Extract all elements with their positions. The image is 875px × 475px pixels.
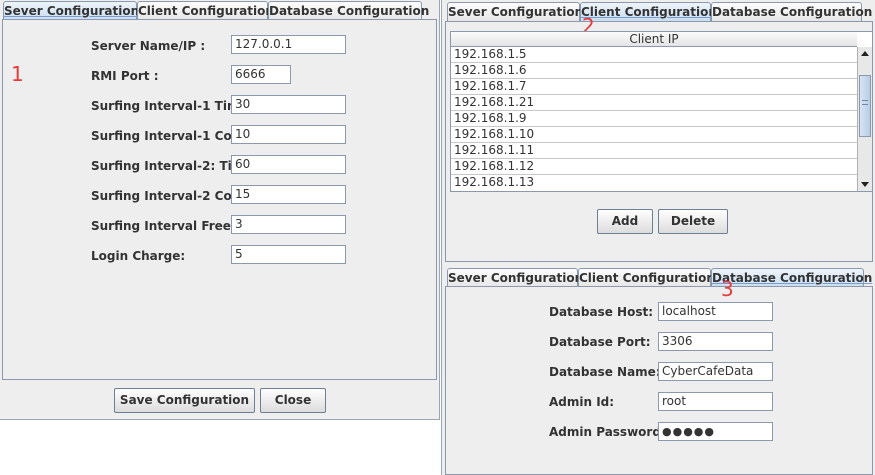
admin-password-field[interactable]: ●●●●● (658, 422, 773, 441)
table-row[interactable]: 192.168.1.21 (451, 95, 857, 111)
table-row[interactable]: 192.168.1.12 (451, 159, 857, 175)
tab-client-configuration[interactable]: Client Configuration (137, 1, 274, 20)
server-config-window: Sever Configuration Client Configuration… (0, 0, 440, 420)
login-charge-field[interactable]: 5 (231, 245, 346, 264)
table-row[interactable]: 192.168.1.11 (451, 143, 857, 159)
panel-marker-1: 1 (11, 62, 24, 86)
tab-database-configuration[interactable]: Database Configuration (711, 2, 872, 21)
client-ip-table[interactable]: Client IP 192.168.1.5 192.168.1.6 192.16… (450, 31, 873, 192)
surfing-interval-1-cost-label: Surfing Interval-1 Cost: (91, 129, 250, 143)
server-config-content: 1 Server Name/IP : 127.0.0.1 RMI Port : … (2, 19, 437, 380)
tab-sever-configuration[interactable]: Sever Configuration (447, 2, 583, 21)
tab-client-configuration[interactable]: Client Configuration (580, 2, 717, 21)
client-ip-rows: 192.168.1.5 192.168.1.6 192.168.1.7 192.… (451, 47, 857, 191)
table-row[interactable]: 192.168.1.13 (451, 175, 857, 191)
rmi-port-field[interactable]: 6666 (231, 65, 291, 84)
server-name-label: Server Name/IP : (91, 39, 206, 53)
database-config-window: Sever Configuration Client Configuration… (441, 262, 875, 475)
surfing-interval-2-time-label: Surfing Interval-2: Time (91, 159, 253, 173)
database-name-field[interactable]: CyberCafeData (658, 362, 773, 381)
tab-sever-configuration[interactable]: Sever Configuration (447, 268, 583, 287)
client-config-window: Sever Configuration Client Configuration… (441, 0, 875, 262)
close-button[interactable]: Close (260, 388, 326, 413)
delete-button[interactable]: Delete (658, 209, 728, 234)
database-config-content: 3 Database Host: localhost Database Port… (445, 277, 873, 475)
scroll-up-icon[interactable] (861, 51, 869, 56)
scroll-thumb[interactable] (859, 75, 871, 137)
surfing-interval-1-time-field[interactable]: 30 (231, 95, 346, 114)
database-host-field[interactable]: localhost (658, 302, 773, 321)
tab-client-configuration[interactable]: Client Configuration (578, 268, 715, 287)
surfing-interval-2-time-field[interactable]: 60 (231, 155, 346, 174)
table-row[interactable]: 192.168.1.6 (451, 63, 857, 79)
tab-database-configuration[interactable]: Database Configuration (711, 268, 872, 287)
surfing-interval-1-cost-field[interactable]: 10 (231, 125, 346, 144)
admin-id-field[interactable]: root (658, 392, 773, 411)
table-row[interactable]: 192.168.1.10 (451, 127, 857, 143)
scroll-down-icon[interactable] (861, 182, 869, 187)
rmi-port-label: RMI Port : (91, 69, 159, 83)
client-ip-column-header[interactable]: Client IP (451, 32, 857, 47)
login-charge-label: Login Charge: (91, 249, 186, 263)
table-row[interactable]: 192.168.1.5 (451, 47, 857, 63)
client-config-content: 2 Client IP 192.168.1.5 192.168.1.6 192.… (445, 14, 873, 262)
table-row[interactable]: 192.168.1.9 (451, 111, 857, 127)
surfing-interval-free-field[interactable]: 3 (231, 215, 346, 234)
admin-password-label: Admin Password: (549, 425, 666, 439)
surfing-interval-1-time-label: Surfing Interval-1 Time: (91, 99, 253, 113)
panel-marker-3: 3 (721, 277, 734, 301)
surfing-interval-2-cost-field[interactable]: 15 (231, 185, 346, 204)
surfing-interval-2-cost-label: Surfing Interval-2 Cost: (91, 189, 250, 203)
tab-sever-configuration[interactable]: Sever Configuration (3, 1, 139, 20)
table-row[interactable]: 192.168.1.7 (451, 79, 857, 95)
admin-id-label: Admin Id: (549, 395, 615, 409)
tab-database-configuration[interactable]: Database Configuration (268, 1, 429, 20)
vertical-scrollbar[interactable] (857, 47, 872, 191)
server-name-field[interactable]: 127.0.0.1 (231, 35, 346, 54)
database-name-label: Database Name: (549, 365, 661, 379)
add-button[interactable]: Add (597, 209, 653, 234)
save-configuration-button[interactable]: Save Configuration (114, 388, 255, 413)
database-host-label: Database Host: (549, 305, 654, 319)
surfing-interval-free-label: Surfing Interval Free: (91, 219, 236, 233)
database-port-field[interactable]: 3306 (658, 332, 773, 351)
database-port-label: Database Port: (549, 335, 651, 349)
